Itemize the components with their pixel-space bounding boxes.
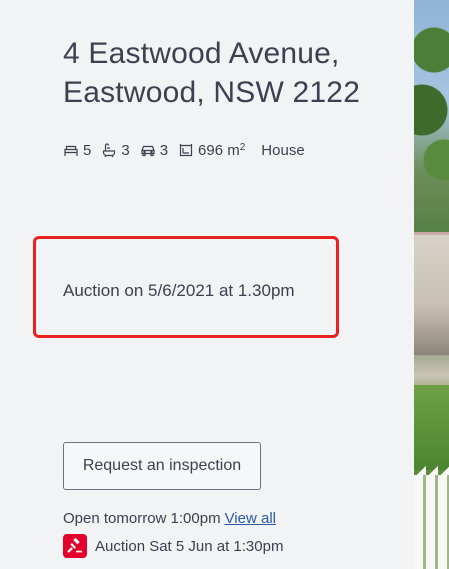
auction-headline: Auction on 5/6/2021 at 1.30pm xyxy=(63,281,295,300)
property-address: 4 Eastwood Avenue, Eastwood, NSW 2122 xyxy=(63,34,403,112)
bedrooms-count: 5 xyxy=(83,141,92,159)
property-photo[interactable] xyxy=(414,0,449,569)
photo-fence xyxy=(414,475,449,569)
bath-icon xyxy=(101,142,117,158)
car-icon xyxy=(140,142,156,158)
property-type: House xyxy=(261,141,305,159)
listing-details-panel: 4 Eastwood Avenue, Eastwood, NSW 2122 5 xyxy=(0,0,414,569)
feature-parking: 3 xyxy=(140,142,168,159)
land-size-icon xyxy=(178,142,194,158)
gavel-icon xyxy=(63,534,87,558)
open-for-inspection: Open tomorrow 1:00pm View all xyxy=(63,509,276,529)
feature-land-size: 696 m2 xyxy=(178,142,245,159)
address-line-1: 4 Eastwood Avenue, xyxy=(63,37,340,70)
photo-lawn xyxy=(414,385,449,470)
bathrooms-count: 3 xyxy=(121,141,130,159)
photo-trees xyxy=(414,0,449,190)
feature-bedrooms: 5 xyxy=(63,142,91,159)
photo-house xyxy=(414,235,449,355)
property-features: 5 3 3 696 m 2 House xyxy=(63,139,305,161)
land-size-value: 696 m xyxy=(198,141,240,159)
address-line-2: Eastwood, NSW 2122 xyxy=(63,76,361,109)
bed-icon xyxy=(63,142,79,158)
parking-count: 3 xyxy=(159,141,169,159)
feature-bathrooms: 3 xyxy=(101,141,130,159)
view-all-link[interactable]: View all xyxy=(225,510,276,527)
property-listing-page: 4 Eastwood Avenue, Eastwood, NSW 2122 5 xyxy=(0,0,449,569)
auction-schedule-text: Auction Sat 5 Jun at 1:30pm xyxy=(95,537,284,555)
request-inspection-button[interactable]: Request an inspection xyxy=(63,442,261,490)
auction-schedule: Auction Sat 5 Jun at 1:30pm xyxy=(63,534,283,558)
open-time-text: Open tomorrow 1:00pm xyxy=(63,510,221,527)
